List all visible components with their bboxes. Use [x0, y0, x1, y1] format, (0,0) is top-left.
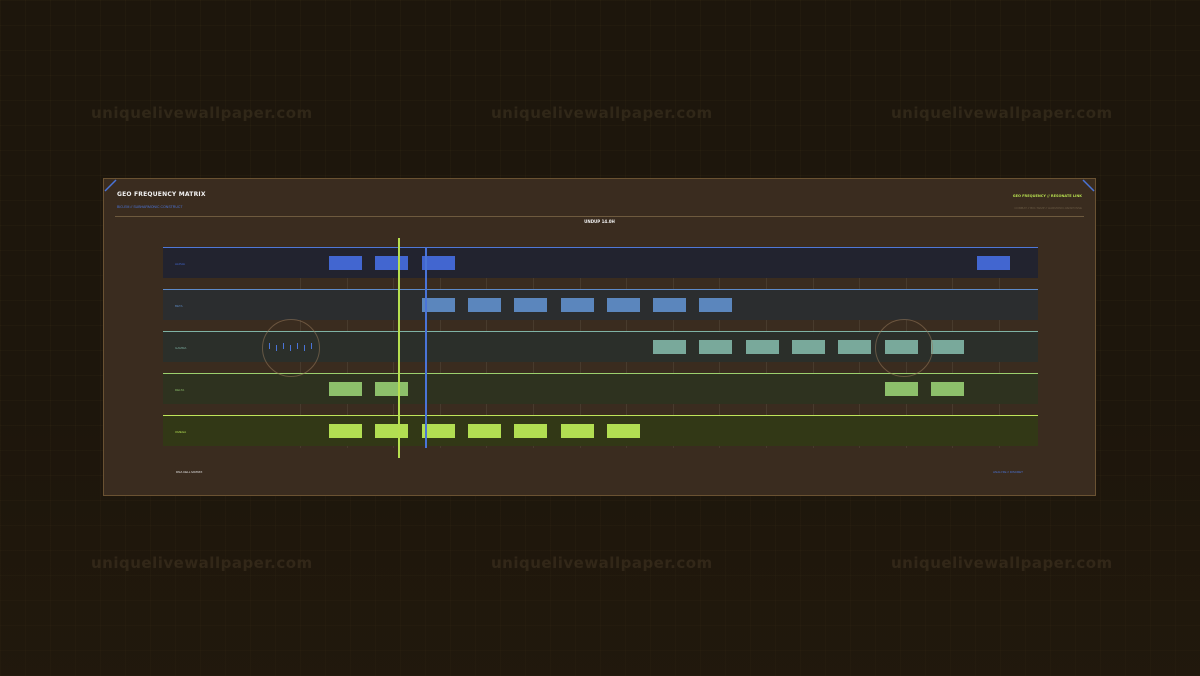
- matrix-cell[interactable]: [421, 424, 455, 438]
- signal-tick: [290, 345, 291, 351]
- matrix-cell[interactable]: [699, 340, 733, 354]
- signal-tick: [304, 345, 305, 351]
- panel-title: GEO FREQUENCY MATRIX: [117, 191, 206, 198]
- corner-bracket-icon: [1081, 179, 1095, 193]
- matrix-cell[interactable]: [884, 382, 918, 396]
- playhead-primary[interactable]: [398, 238, 400, 458]
- track-alpha[interactable]: ALPHA: [163, 247, 1038, 278]
- matrix-cell[interactable]: [930, 340, 964, 354]
- matrix-cell[interactable]: [560, 298, 594, 312]
- watermark: uniquelivewallpaper.com: [91, 554, 313, 572]
- matrix-title: UNDUP 14.0H: [584, 219, 615, 224]
- matrix-panel: GEO FREQUENCY MATRIX BIO-EM // SUBHARMON…: [103, 178, 1096, 496]
- status-subtitle: COMBAT // BIO-TEMP // HARMONIC-RESPONSE: [1014, 206, 1082, 210]
- footer-label: DNA CELL MATRIX: [176, 470, 203, 474]
- matrix-cell[interactable]: [838, 340, 872, 354]
- panel-subtitle: BIO-EM // SUBHARMONIC CONSTRUCT: [117, 205, 183, 209]
- signal-tick: [269, 343, 270, 349]
- matrix-cell[interactable]: [977, 256, 1011, 270]
- track-label: OMEGA: [175, 430, 187, 434]
- track-label: BETA: [175, 304, 183, 308]
- matrix-cell[interactable]: [329, 424, 362, 438]
- matrix-cell[interactable]: [375, 382, 409, 396]
- matrix-cell[interactable]: [653, 298, 687, 312]
- track-label: GAMMA: [175, 346, 187, 350]
- watermark: uniquelivewallpaper.com: [91, 104, 313, 122]
- matrix-cell[interactable]: [375, 256, 409, 270]
- scanner-ring-icon: [875, 319, 933, 377]
- matrix-cell[interactable]: [467, 298, 501, 312]
- matrix-cell[interactable]: [560, 424, 594, 438]
- matrix-cell[interactable]: [653, 340, 687, 354]
- signal-tick: [311, 343, 312, 349]
- watermark: uniquelivewallpaper.com: [491, 554, 713, 572]
- signal-tick: [283, 343, 284, 349]
- matrix-cell[interactable]: [792, 340, 825, 354]
- matrix-cell[interactable]: [329, 382, 362, 396]
- footer-status: ANALYZE // DISCRET: [993, 470, 1023, 474]
- playhead-secondary[interactable]: [425, 247, 427, 448]
- watermark: uniquelivewallpaper.com: [491, 104, 713, 122]
- corner-bracket-icon: [104, 179, 118, 193]
- matrix-cell[interactable]: [514, 424, 548, 438]
- matrix-cell[interactable]: [606, 298, 640, 312]
- matrix-cell[interactable]: [699, 298, 733, 312]
- matrix-cell[interactable]: [514, 298, 548, 312]
- matrix-cell[interactable]: [421, 298, 455, 312]
- matrix-cell[interactable]: [375, 424, 409, 438]
- watermark: uniquelivewallpaper.com: [891, 104, 1113, 122]
- track-beta[interactable]: BETA: [163, 289, 1038, 320]
- matrix-cell[interactable]: [745, 340, 779, 354]
- watermark: uniquelivewallpaper.com: [891, 554, 1113, 572]
- track-omega[interactable]: OMEGA: [163, 415, 1038, 446]
- matrix-cell[interactable]: [329, 256, 362, 270]
- track-label: DELTA: [175, 388, 185, 392]
- matrix-cell[interactable]: [421, 256, 455, 270]
- header-divider: [115, 216, 1084, 217]
- matrix-cell[interactable]: [930, 382, 964, 396]
- matrix-cell[interactable]: [606, 424, 640, 438]
- signal-tick: [297, 343, 298, 349]
- matrix-cell[interactable]: [467, 424, 501, 438]
- track-label: ALPHA: [175, 262, 185, 266]
- status-title: GEO FREQUENCY // RESONATE LINK: [1012, 194, 1082, 198]
- signal-tick: [276, 345, 277, 351]
